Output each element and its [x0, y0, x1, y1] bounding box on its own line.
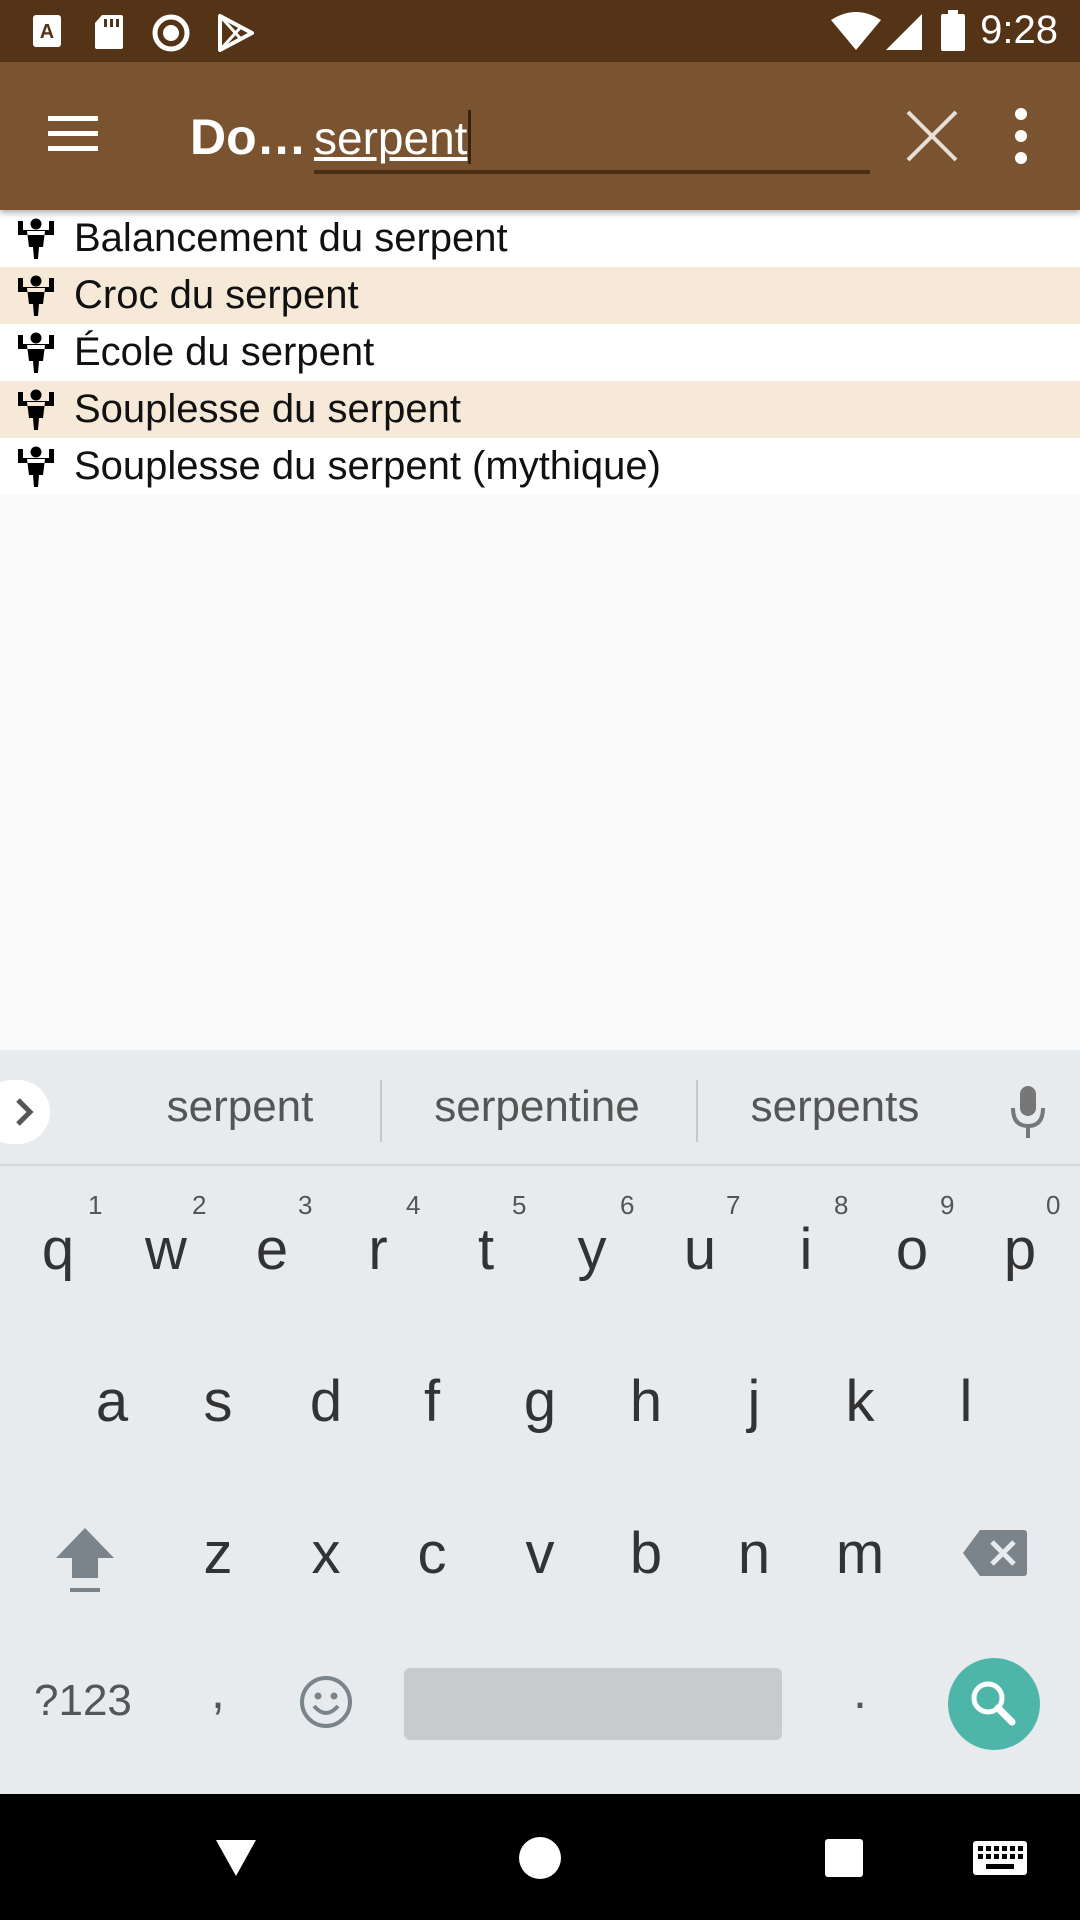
- space-bar[interactable]: [404, 1668, 782, 1740]
- clear-search-icon[interactable]: [902, 106, 962, 166]
- battery-icon: [941, 10, 965, 51]
- divider: [380, 1080, 382, 1142]
- microphone-icon[interactable]: [1008, 1084, 1048, 1140]
- suggestion-strip: serpent serpentine serpents: [0, 1050, 1080, 1166]
- sd-card-icon: [95, 15, 123, 49]
- soft-keyboard: serpent serpentine serpents 1 2 3 4 5 6 …: [0, 1050, 1080, 1794]
- list-item[interactable]: Souplesse du serpent: [0, 381, 1080, 438]
- key-comma[interactable]: ,: [178, 1662, 258, 1720]
- symbols-key[interactable]: ?123: [34, 1676, 132, 1726]
- wifi-icon: [831, 12, 881, 50]
- keyboard-switch-icon[interactable]: [972, 1840, 1028, 1876]
- signal-icon: [886, 14, 922, 50]
- key-m[interactable]: m: [820, 1520, 900, 1587]
- app-title: Do…: [190, 109, 307, 165]
- key-q[interactable]: q: [18, 1216, 98, 1283]
- circle-record-icon: [152, 14, 190, 52]
- back-triangle-icon[interactable]: [214, 1838, 258, 1878]
- key-f[interactable]: f: [392, 1368, 472, 1435]
- key-w[interactable]: w: [126, 1216, 206, 1283]
- list-item[interactable]: Souplesse du serpent (mythique): [0, 438, 1080, 495]
- key-r[interactable]: r: [338, 1216, 418, 1283]
- key-e[interactable]: e: [232, 1216, 312, 1283]
- key-k[interactable]: k: [820, 1368, 900, 1435]
- suggestion-expand-button[interactable]: [0, 1080, 50, 1144]
- menu-icon[interactable]: [40, 106, 110, 166]
- strength-figure-icon: [18, 275, 54, 316]
- key-i[interactable]: i: [766, 1216, 846, 1283]
- key-z[interactable]: z: [178, 1520, 258, 1587]
- home-circle-icon[interactable]: [518, 1836, 562, 1880]
- result-label: Souplesse du serpent: [74, 387, 461, 431]
- search-icon: [971, 1681, 1016, 1726]
- key-j[interactable]: j: [714, 1368, 794, 1435]
- recents-square-icon[interactable]: [824, 1838, 864, 1878]
- key-p[interactable]: p: [980, 1216, 1060, 1283]
- backspace-icon[interactable]: [962, 1528, 1028, 1578]
- result-label: Balancement du serpent: [74, 216, 508, 260]
- svg-text:A: A: [40, 21, 54, 43]
- suggestion-2[interactable]: serpentine: [412, 1082, 662, 1132]
- key-u[interactable]: u: [660, 1216, 740, 1283]
- key-b[interactable]: b: [606, 1520, 686, 1587]
- key-c[interactable]: c: [392, 1520, 472, 1587]
- divider: [696, 1080, 698, 1142]
- suggestion-3[interactable]: serpents: [730, 1082, 940, 1132]
- emoji-icon[interactable]: [298, 1674, 354, 1730]
- text-cursor: [468, 110, 472, 164]
- list-item[interactable]: Balancement du serpent: [0, 210, 1080, 267]
- key-d[interactable]: d: [286, 1368, 366, 1435]
- strength-figure-icon: [18, 446, 54, 487]
- key-g[interactable]: g: [500, 1368, 580, 1435]
- key-n[interactable]: n: [714, 1520, 794, 1587]
- strength-figure-icon: [18, 332, 54, 373]
- shift-icon[interactable]: [52, 1524, 118, 1596]
- overflow-menu-icon[interactable]: [1006, 102, 1036, 172]
- key-h[interactable]: h: [606, 1368, 686, 1435]
- key-y[interactable]: y: [552, 1216, 632, 1283]
- play-store-icon: [218, 14, 254, 52]
- app-bar: Do… serpent: [0, 62, 1080, 210]
- strength-figure-icon: [18, 218, 54, 259]
- key-s[interactable]: s: [178, 1368, 258, 1435]
- list-item[interactable]: Croc du serpent: [0, 267, 1080, 324]
- list-item[interactable]: École du serpent: [0, 324, 1080, 381]
- result-label: Souplesse du serpent (mythique): [74, 444, 661, 488]
- result-label: Croc du serpent: [74, 273, 359, 317]
- search-input[interactable]: serpent: [314, 100, 870, 174]
- app-a-icon: A: [33, 15, 61, 47]
- suggestion-1[interactable]: serpent: [140, 1082, 340, 1132]
- status-bar: A 9:28: [0, 0, 1080, 62]
- clock: 9:28: [980, 8, 1058, 52]
- system-nav-bar: [0, 1794, 1080, 1920]
- key-a[interactable]: a: [72, 1368, 152, 1435]
- key-x[interactable]: x: [286, 1520, 366, 1587]
- key-t[interactable]: t: [446, 1216, 526, 1283]
- search-value: serpent: [314, 112, 468, 164]
- strength-figure-icon: [18, 389, 54, 430]
- key-l[interactable]: l: [926, 1368, 1006, 1435]
- search-action-button[interactable]: [948, 1658, 1040, 1750]
- results-list: Balancement du serpent Croc du serpent É…: [0, 210, 1080, 495]
- result-label: École du serpent: [74, 330, 375, 374]
- key-v[interactable]: v: [500, 1520, 580, 1587]
- chevron-right-icon: [16, 1098, 34, 1126]
- key-period[interactable]: .: [820, 1662, 900, 1720]
- key-o[interactable]: o: [872, 1216, 952, 1283]
